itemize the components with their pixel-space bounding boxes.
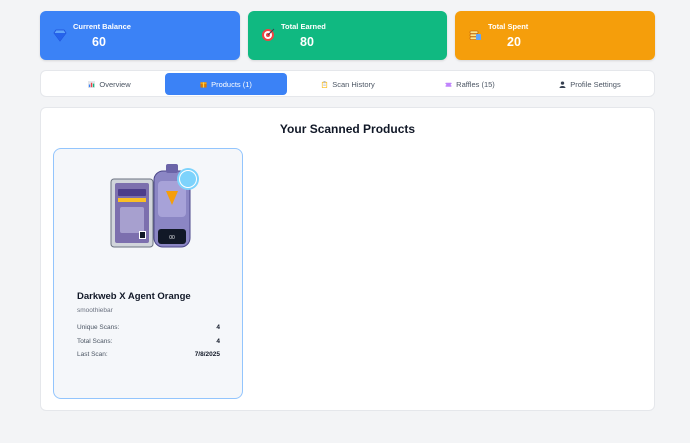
unique-scans-value: 4 <box>216 324 220 331</box>
tab-scan-history[interactable]: Scan History <box>287 73 409 95</box>
last-scan-value: 7/8/2025 <box>194 351 220 358</box>
package-icon <box>200 81 207 88</box>
user-icon <box>559 80 566 88</box>
total-spent-card: Total Spent 20 <box>455 11 655 60</box>
ticket-icon <box>445 82 453 87</box>
tab-overview-label: Overview <box>99 79 131 89</box>
tab-raffles-label: Raffles (15) <box>456 79 495 89</box>
vape-product-image: 00 <box>110 164 199 248</box>
last-scan-row: Last Scan: 7/8/2025 <box>77 351 220 361</box>
svg-text:00: 00 <box>169 235 175 241</box>
unique-scans-row: Unique Scans: 4 <box>77 324 220 334</box>
last-scan-label: Last Scan: <box>77 351 108 358</box>
page-title: Your Scanned Products <box>279 122 416 136</box>
product-brand: smoothiebar <box>77 307 113 314</box>
tab-scan-history-label: Scan History <box>332 79 375 89</box>
scanned-products-panel: Your Scanned Products 00 Darkweb X Agent… <box>40 107 655 411</box>
current-balance-label: Current Balance <box>73 22 131 31</box>
tab-profile-settings-label: Profile Settings <box>570 79 621 89</box>
product-name: Darkweb X Agent Orange <box>77 291 191 302</box>
bar-chart-icon <box>88 80 96 88</box>
gem-icon <box>53 29 67 42</box>
product-card[interactable]: 00 Darkweb X Agent Orange smoothiebar Un… <box>53 148 243 399</box>
unique-scans-label: Unique Scans: <box>77 324 120 331</box>
tab-raffles[interactable]: Raffles (15) <box>409 73 531 95</box>
total-spent-value: 20 <box>507 35 521 49</box>
tab-products[interactable]: Products (1) <box>165 73 287 95</box>
stats-row: Current Balance 60 Total Earned 80 Total… <box>40 11 655 60</box>
total-spent-label: Total Spent <box>488 22 529 31</box>
current-balance-value: 60 <box>92 35 106 49</box>
coins-icon <box>469 30 481 40</box>
total-earned-card: Total Earned 80 <box>248 11 447 60</box>
tab-bar: Overview Products (1) Scan History Raffl… <box>40 70 655 97</box>
tab-products-label: Products (1) <box>211 79 252 89</box>
clipboard-icon <box>322 80 328 88</box>
total-earned-label: Total Earned <box>281 22 326 31</box>
total-scans-row: Total Scans: 4 <box>77 338 220 348</box>
target-icon <box>262 28 275 41</box>
total-scans-label: Total Scans: <box>77 338 113 345</box>
current-balance-card: Current Balance 60 <box>40 11 240 60</box>
tab-overview[interactable]: Overview <box>49 73 170 95</box>
total-scans-value: 4 <box>216 338 220 345</box>
total-earned-value: 80 <box>300 35 314 49</box>
tab-profile-settings[interactable]: Profile Settings <box>531 73 649 95</box>
